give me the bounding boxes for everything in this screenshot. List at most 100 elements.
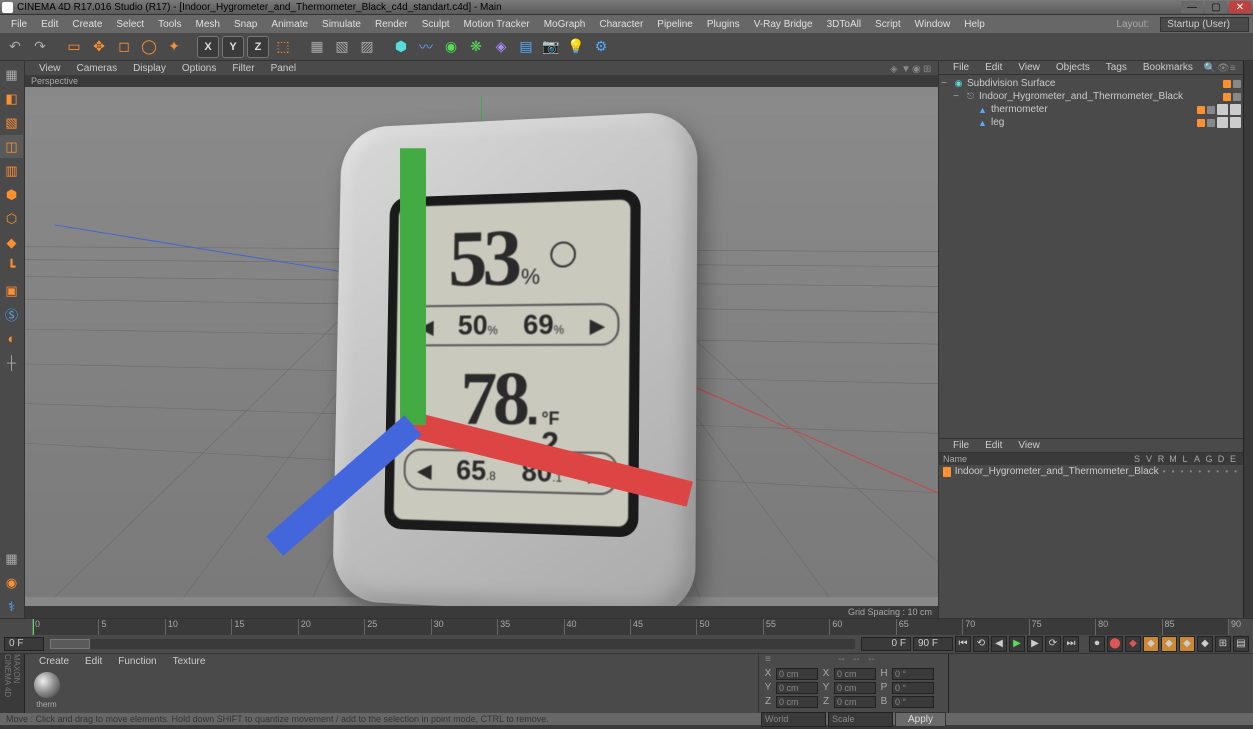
tree-row[interactable]: − ◉ Subdivision Surface	[941, 77, 1241, 90]
obj-menu-objects[interactable]: Objects	[1048, 62, 1098, 73]
move-tool[interactable]: ✥	[88, 36, 110, 58]
menu-vraybridge[interactable]: V-Ray Bridge	[747, 19, 820, 30]
uvpoly-icon[interactable]: ▣	[0, 279, 23, 302]
layout-selector[interactable]: Startup (User)	[1160, 17, 1249, 32]
step-back-key-button[interactable]: ⟲	[973, 636, 989, 652]
coord-field[interactable]: 0 °	[892, 668, 934, 680]
coord-field[interactable]: 0 cm	[834, 668, 876, 680]
attr-row[interactable]: Indoor_Hygrometer_and_Thermometer_Black …	[939, 465, 1243, 478]
timeline-range-slider[interactable]	[50, 639, 855, 649]
z-axis-lock[interactable]: Z	[247, 36, 269, 58]
menu-edit[interactable]: Edit	[34, 19, 65, 30]
step-fwd-key-button[interactable]: ⟳	[1045, 636, 1061, 652]
coord-field[interactable]: 0 °	[892, 696, 934, 708]
minimize-button[interactable]: —	[1181, 1, 1203, 13]
menu-script[interactable]: Script	[868, 19, 908, 30]
cmd-icon[interactable]: ▦	[0, 547, 23, 570]
menu-window[interactable]: Window	[908, 19, 958, 30]
mat-menu-edit[interactable]: Edit	[77, 656, 110, 667]
edge-mode-icon[interactable]: ⬡	[0, 207, 23, 230]
script-button[interactable]: ⚙	[590, 36, 612, 58]
menu-character[interactable]: Character	[592, 19, 650, 30]
attr-dot[interactable]: ▪	[1170, 467, 1177, 476]
vp-menu-display[interactable]: Display	[125, 63, 174, 74]
tree-vis-dot[interactable]	[1223, 93, 1231, 101]
snap-icon[interactable]: Ⓢ	[0, 303, 23, 326]
attr-dot[interactable]: •	[1187, 467, 1194, 476]
texture-mode-icon[interactable]: ▧	[0, 111, 23, 134]
menu-3dtoall[interactable]: 3DToAll	[820, 19, 868, 30]
scale-tool[interactable]: ◻	[113, 36, 135, 58]
obj-menu-icon[interactable]: ≡	[1230, 63, 1237, 73]
attr-dot[interactable]: •	[1196, 467, 1203, 476]
object-tree[interactable]: − ◉ Subdivision Surface − ⎋ Indoor_Hygro…	[939, 75, 1243, 438]
menu-mesh[interactable]: Mesh	[189, 19, 227, 30]
point-mode-icon[interactable]: ⬢	[0, 183, 23, 206]
vp-nav3-icon[interactable]: ◉	[912, 64, 921, 73]
select-tool[interactable]: ▭	[63, 36, 85, 58]
tree-vis-dot[interactable]	[1223, 80, 1231, 88]
render-view-button[interactable]: ▦	[306, 36, 328, 58]
axis-icon[interactable]: ┗	[0, 255, 23, 278]
coord-field[interactable]: 0 cm	[776, 682, 818, 694]
vp-nav4-icon[interactable]: ⊞	[923, 64, 932, 73]
python-icon[interactable]: ⚕	[0, 595, 23, 618]
browser-icon[interactable]: ◉	[0, 571, 23, 594]
tree-tag-icon[interactable]	[1217, 117, 1228, 128]
vp-menu-view[interactable]: View	[31, 63, 69, 74]
redo-button[interactable]: ↷	[29, 36, 51, 58]
tree-toggle-icon[interactable]: −	[953, 91, 962, 102]
coord-field[interactable]: 0 cm	[776, 668, 818, 680]
step-fwd-button[interactable]: ▶	[1027, 636, 1043, 652]
menu-select[interactable]: Select	[109, 19, 151, 30]
obj-menu-view[interactable]: View	[1010, 62, 1048, 73]
obj-eye-icon[interactable]: 👁	[1217, 63, 1227, 73]
keyframe-all-button[interactable]: ⊞	[1215, 636, 1231, 652]
vp-menu-filter[interactable]: Filter	[224, 63, 262, 74]
mat-menu-texture[interactable]: Texture	[165, 656, 214, 667]
vp-menu-cameras[interactable]: Cameras	[69, 63, 126, 74]
lasttool-button[interactable]: ✦	[163, 36, 185, 58]
live-select-icon[interactable]: ▦	[0, 63, 23, 86]
attr-dot[interactable]: •	[1214, 467, 1221, 476]
start-frame-field[interactable]: 0 F	[4, 637, 44, 651]
attr-dot[interactable]: •	[1179, 467, 1186, 476]
tree-tag-icon[interactable]	[1217, 104, 1228, 115]
menu-mograph[interactable]: MoGraph	[537, 19, 593, 30]
tree-vis-dot[interactable]	[1197, 106, 1205, 114]
attr-menu-edit[interactable]: Edit	[977, 440, 1010, 451]
vp-nav1-icon[interactable]: ◈	[890, 64, 899, 73]
tree-row[interactable]: − ⎋ Indoor_Hygrometer_and_Thermometer_Bl…	[941, 90, 1241, 103]
tree-tag-icon[interactable]	[1230, 104, 1241, 115]
maximize-button[interactable]: ▢	[1205, 1, 1227, 13]
render-region-button[interactable]: ▧	[331, 36, 353, 58]
tree-row[interactable]: ▲ thermometer	[941, 103, 1241, 116]
coord-field[interactable]: 0 °	[892, 682, 934, 694]
cube-primitive-button[interactable]: ⬢	[390, 36, 412, 58]
autokey-button[interactable]: ⬤	[1107, 636, 1123, 652]
keysel-p-button[interactable]: ◆	[1143, 636, 1159, 652]
tree-vis-dot[interactable]	[1207, 106, 1215, 114]
coord-scale-select[interactable]: Scale	[828, 712, 893, 727]
object-mode-icon[interactable]: ▥	[0, 159, 23, 182]
x-axis-lock[interactable]: X	[197, 36, 219, 58]
menu-motiontracker[interactable]: Motion Tracker	[457, 19, 537, 30]
keysel-r-button[interactable]: ◆	[1179, 636, 1195, 652]
record-button[interactable]: ⏺	[1089, 636, 1105, 652]
tree-vis-dot[interactable]	[1233, 93, 1241, 101]
y-axis-lock[interactable]: Y	[222, 36, 244, 58]
vp-nav2-icon[interactable]: ▼	[901, 64, 910, 73]
cur-frame-field[interactable]: 0 F	[861, 637, 911, 651]
xray-icon[interactable]: ┼	[0, 351, 23, 374]
attr-menu-view[interactable]: View	[1010, 440, 1048, 451]
undo-button[interactable]: ↶	[4, 36, 26, 58]
generator-button[interactable]: ◉	[440, 36, 462, 58]
obj-menu-file[interactable]: File	[945, 62, 977, 73]
goto-end-button[interactable]: ⏭	[1063, 636, 1079, 652]
obj-menu-edit[interactable]: Edit	[977, 62, 1010, 73]
menu-animate[interactable]: Animate	[264, 19, 315, 30]
menu-sculpt[interactable]: Sculpt	[415, 19, 457, 30]
coord-field[interactable]: 0 cm	[834, 696, 876, 708]
step-back-button[interactable]: ◀	[991, 636, 1007, 652]
coord-world-select[interactable]: World	[761, 712, 826, 727]
